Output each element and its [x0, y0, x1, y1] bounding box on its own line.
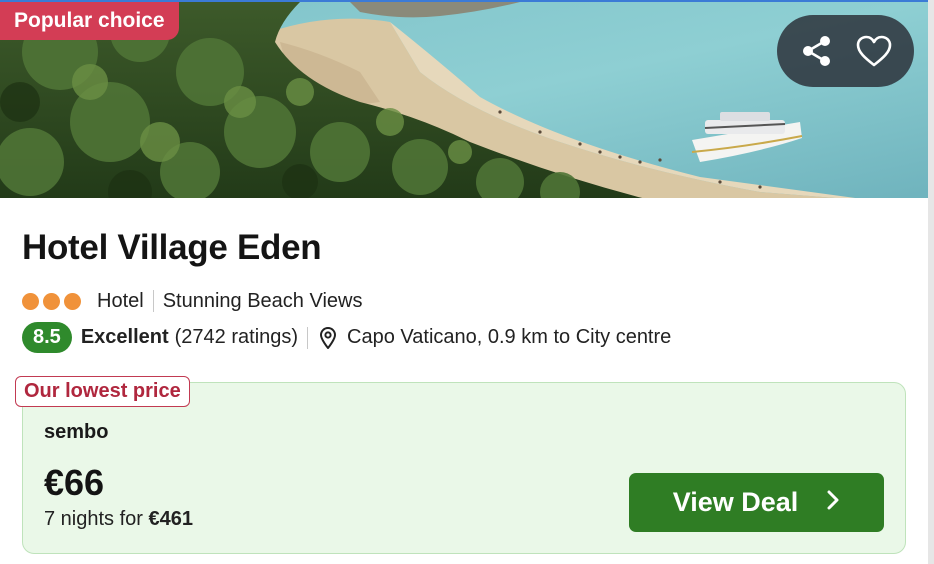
hotel-name[interactable]: Hotel Village Eden — [22, 228, 322, 268]
share-icon[interactable] — [795, 29, 839, 73]
star-rating — [22, 292, 85, 310]
hotel-type: Hotel — [97, 289, 144, 312]
scrollbar-edge — [928, 0, 934, 564]
rating-location-row: 8.5 Excellent (2742 ratings) Capo Vatica… — [22, 322, 671, 353]
heart-icon[interactable] — [852, 29, 896, 73]
ratings-count[interactable]: (2742 ratings) — [175, 326, 298, 349]
nights-prefix: 7 nights for — [44, 508, 149, 530]
star-dot-icon — [43, 292, 60, 310]
deal-provider: sembo — [44, 421, 109, 443]
lowest-price-badge: Our lowest price — [15, 376, 190, 407]
hotel-location[interactable]: Capo Vaticano, 0.9 km to City centre — [347, 326, 671, 349]
popular-choice-badge: Popular choice — [0, 2, 179, 40]
view-deal-button[interactable]: View Deal — [629, 473, 884, 532]
star-dot-icon — [64, 292, 81, 310]
divider — [307, 326, 309, 349]
hotel-feature: Stunning Beach Views — [162, 289, 363, 312]
chevron-right-icon — [826, 487, 840, 518]
rating-label: Excellent — [80, 326, 169, 348]
total-price-text: 7 nights for €461 — [44, 508, 193, 531]
rating-score-badge: 8.5 — [22, 322, 72, 353]
view-deal-label: View Deal — [672, 487, 799, 517]
hotel-category-row: Hotel Stunning Beach Views — [22, 288, 362, 314]
nightly-price: €66 — [44, 462, 105, 503]
divider — [152, 290, 154, 312]
photo-actions — [777, 15, 914, 87]
star-dot-icon — [22, 292, 39, 310]
map-pin-icon — [319, 326, 337, 349]
total-price: €461 — [148, 508, 194, 530]
